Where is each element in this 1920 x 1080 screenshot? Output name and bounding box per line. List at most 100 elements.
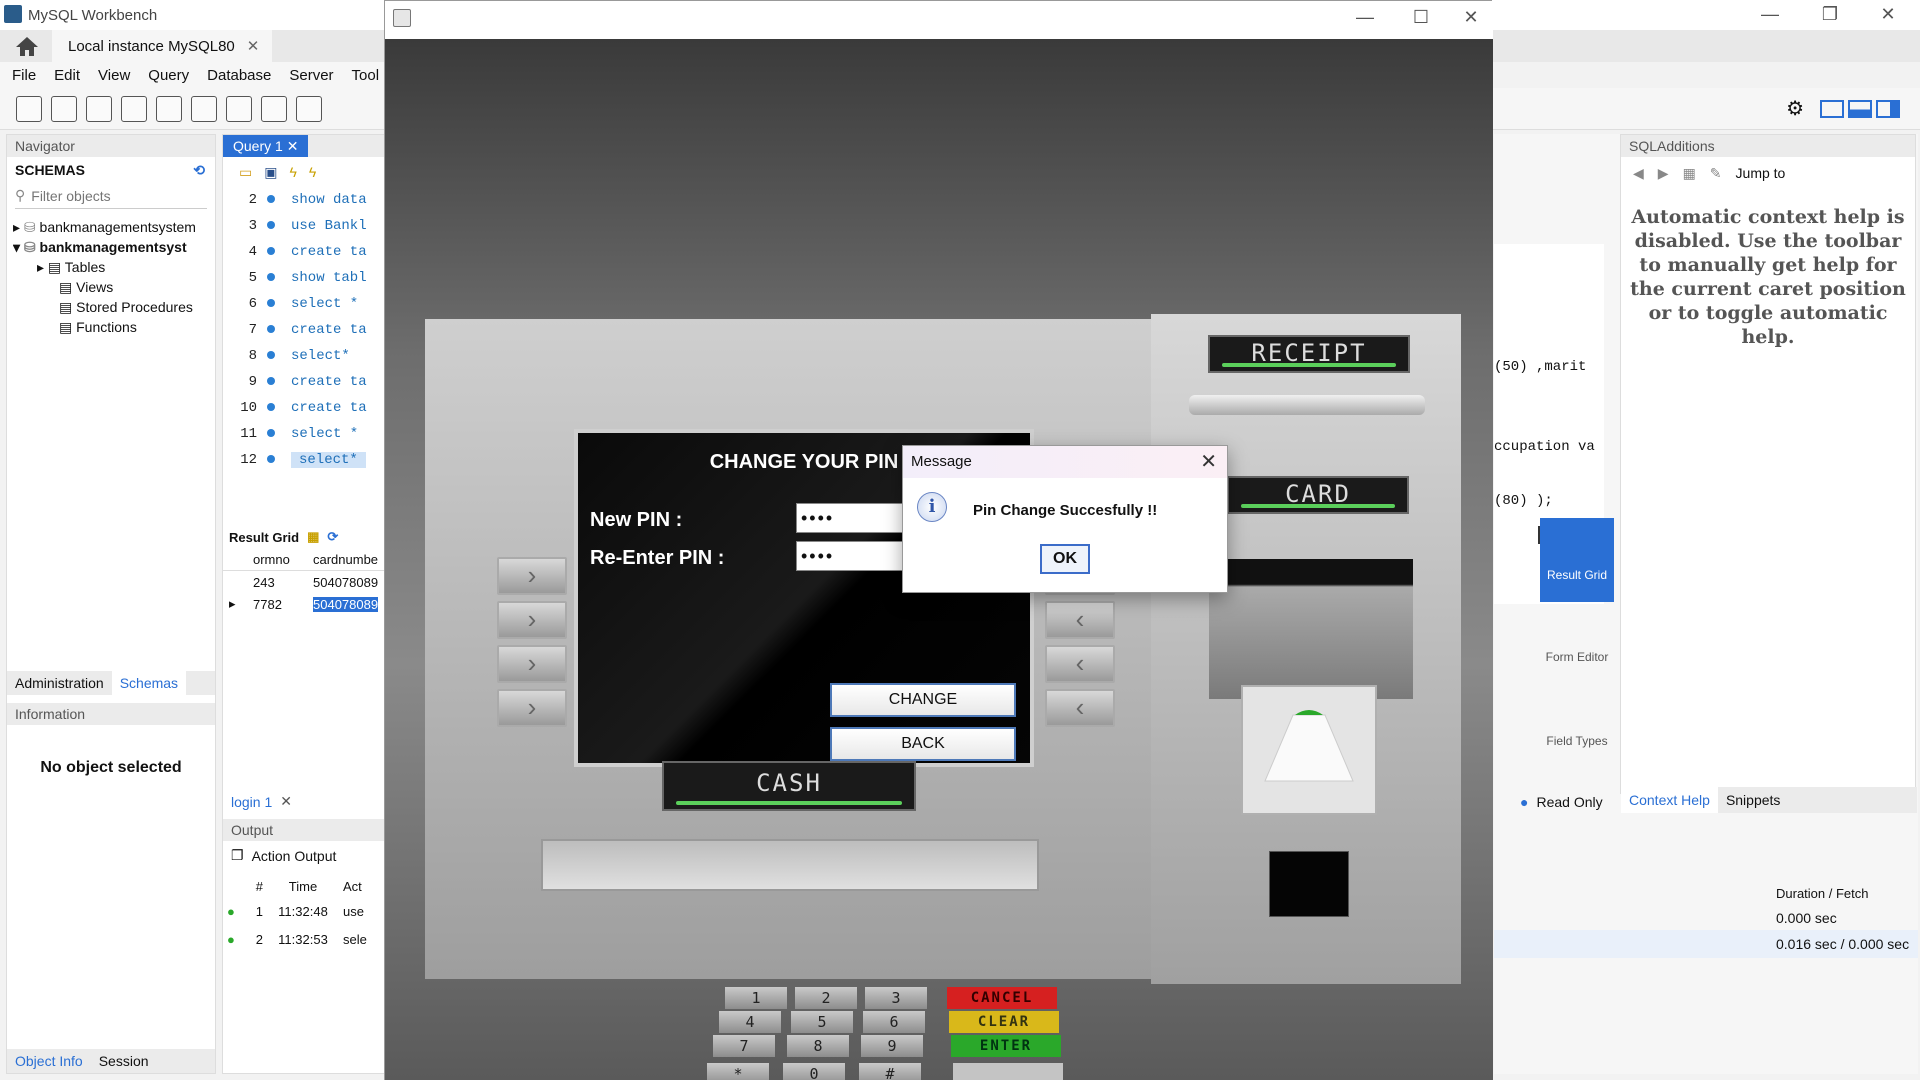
new-pin-field[interactable]: ••••: [796, 503, 906, 533]
inspector-icon[interactable]: [86, 95, 112, 122]
side-key-left-4[interactable]: ›: [497, 689, 567, 727]
tab-administration[interactable]: Administration: [7, 675, 112, 691]
tab-object-info[interactable]: Object Info: [7, 1053, 91, 1069]
execute-current-icon[interactable]: ϟ: [309, 164, 316, 180]
tab-local-instance[interactable]: Local instance MySQL80 ✕: [52, 30, 272, 62]
result-grid[interactable]: ormno cardnumbe 243 504078089 ▸ 7782 504…: [223, 549, 387, 615]
tab-schemas[interactable]: Schemas: [111, 671, 187, 695]
clear-key[interactable]: CLEAR: [949, 1011, 1059, 1033]
refresh-schemas-icon[interactable]: ⟲: [193, 162, 205, 179]
new-sql-tab-icon[interactable]: [16, 95, 42, 122]
create-function-icon[interactable]: [261, 95, 287, 122]
create-procedure-icon[interactable]: [226, 95, 252, 122]
tree-item-views[interactable]: ▤ Views: [13, 277, 215, 297]
tab-close-icon[interactable]: ✕: [247, 37, 260, 55]
key-1[interactable]: 1: [725, 987, 787, 1009]
menu-database[interactable]: Database: [207, 67, 271, 84]
jump-to-dropdown[interactable]: Jump to: [1736, 165, 1786, 181]
side-key-left-3[interactable]: ›: [497, 645, 567, 683]
side-key-left-2[interactable]: ›: [497, 601, 567, 639]
atm-close-icon[interactable]: ✕: [1451, 7, 1491, 28]
settings-gear-icon[interactable]: ⚙: [1786, 96, 1804, 121]
code-line: 9 create ta: [248, 374, 367, 390]
tree-item-tables[interactable]: ▸ ▤ Tables: [13, 257, 215, 277]
side-key-right-2[interactable]: ‹: [1045, 601, 1115, 639]
search-table-data-icon[interactable]: [296, 95, 322, 122]
restore-icon[interactable]: ❐: [1810, 4, 1850, 25]
side-tool-result-grid[interactable]: Result Grid: [1540, 518, 1614, 602]
menu-server[interactable]: Server: [289, 67, 333, 84]
menu-view[interactable]: View: [98, 67, 130, 84]
cancel-key[interactable]: CANCEL: [947, 987, 1057, 1009]
menu-query[interactable]: Query: [148, 67, 189, 84]
save-icon[interactable]: ▣: [264, 164, 277, 181]
column-header[interactable]: cardnumbe: [313, 552, 378, 567]
atm-minimize-icon[interactable]: —: [1345, 7, 1385, 28]
schema-tree-item[interactable]: ▸ ⛁ bankmanagementsystem: [13, 217, 215, 237]
home-icon[interactable]: [14, 35, 40, 57]
filter-objects-input[interactable]: [31, 187, 192, 204]
key-9[interactable]: 9: [861, 1035, 923, 1057]
atm-maximize-icon[interactable]: ☐: [1401, 7, 1441, 28]
key-6[interactable]: 6: [863, 1011, 925, 1033]
enter-key[interactable]: ENTER: [951, 1035, 1061, 1057]
duration-header: Duration / Fetch: [1776, 886, 1869, 901]
minimize-icon[interactable]: —: [1750, 4, 1790, 25]
create-schema-icon[interactable]: [121, 95, 147, 122]
change-button[interactable]: CHANGE: [830, 683, 1016, 717]
side-tool-form-editor[interactable]: Form Editor: [1540, 610, 1614, 664]
tab-session[interactable]: Session: [91, 1053, 157, 1069]
table-row[interactable]: ● 2 11:32:53 sele: [223, 925, 387, 953]
table-row[interactable]: 243 504078089: [223, 571, 387, 593]
code-line: 10 create ta: [240, 400, 367, 416]
tab-context-help[interactable]: Context Help: [1621, 787, 1718, 813]
create-view-icon[interactable]: [191, 95, 217, 122]
side-key-right-3[interactable]: ‹: [1045, 645, 1115, 683]
blank-key[interactable]: [953, 1063, 1063, 1080]
tab-login-1[interactable]: login 1 ✕: [231, 793, 292, 810]
tab-query-1[interactable]: Query 1 ✕: [223, 135, 309, 157]
menu-tools[interactable]: Tool: [352, 67, 380, 84]
table-row[interactable]: ● 1 11:32:48 use: [223, 897, 387, 925]
side-key-right-4[interactable]: ‹: [1045, 689, 1115, 727]
refresh-icon[interactable]: ⟳: [327, 529, 338, 545]
key-2[interactable]: 2: [795, 987, 857, 1009]
back-arrow-icon[interactable]: ◀: [1633, 165, 1644, 182]
reenter-pin-field[interactable]: ••••: [796, 541, 906, 571]
key-4[interactable]: 4: [719, 1011, 781, 1033]
menu-file[interactable]: File: [12, 67, 36, 84]
grid-icon[interactable]: ▦: [307, 529, 319, 545]
close-icon[interactable]: ✕: [1868, 4, 1908, 25]
toggle-secondary-sidebar-icon[interactable]: [1876, 99, 1900, 118]
execute-icon[interactable]: ϟ: [289, 164, 296, 180]
create-table-icon[interactable]: [156, 95, 182, 122]
auto-help-icon[interactable]: ✎: [1710, 165, 1722, 182]
toggle-output-icon[interactable]: [1848, 99, 1872, 118]
key-7[interactable]: 7: [713, 1035, 775, 1057]
action-output-dropdown[interactable]: ❐ Action Output: [231, 847, 336, 864]
table-row[interactable]: ▸ 7782 504078089: [223, 593, 387, 615]
key-hash[interactable]: #: [859, 1063, 921, 1080]
column-header[interactable]: ormno: [253, 552, 313, 567]
forward-arrow-icon[interactable]: ▶: [1658, 165, 1669, 182]
toggle-sidebar-icon[interactable]: [1820, 99, 1844, 118]
key-3[interactable]: 3: [865, 987, 927, 1009]
ok-button[interactable]: OK: [1040, 544, 1090, 574]
back-button[interactable]: BACK: [830, 727, 1016, 761]
key-8[interactable]: 8: [787, 1035, 849, 1057]
key-5[interactable]: 5: [791, 1011, 853, 1033]
side-tool-field-types[interactable]: Field Types: [1540, 694, 1614, 748]
sql-editor[interactable]: 2 show data 3 use Bankl 4 create ta 5 show t…: [223, 187, 387, 473]
key-0[interactable]: 0: [783, 1063, 845, 1080]
dialog-close-icon[interactable]: ✕: [1200, 449, 1217, 474]
schema-tree-item-expanded[interactable]: ▾ ⛁ bankmanagementsyst: [13, 237, 215, 257]
tree-item-procedures[interactable]: ▤ Stored Procedures: [13, 297, 215, 317]
tab-snippets[interactable]: Snippets: [1718, 792, 1788, 808]
key-star[interactable]: *: [707, 1063, 769, 1080]
tree-item-functions[interactable]: ▤ Functions: [13, 317, 215, 337]
open-sql-script-icon[interactable]: [51, 95, 77, 122]
side-key-left-1[interactable]: ›: [497, 557, 567, 595]
open-file-icon[interactable]: ▭: [239, 164, 252, 181]
manual-help-icon[interactable]: ▦: [1683, 165, 1696, 182]
menu-edit[interactable]: Edit: [54, 67, 80, 84]
